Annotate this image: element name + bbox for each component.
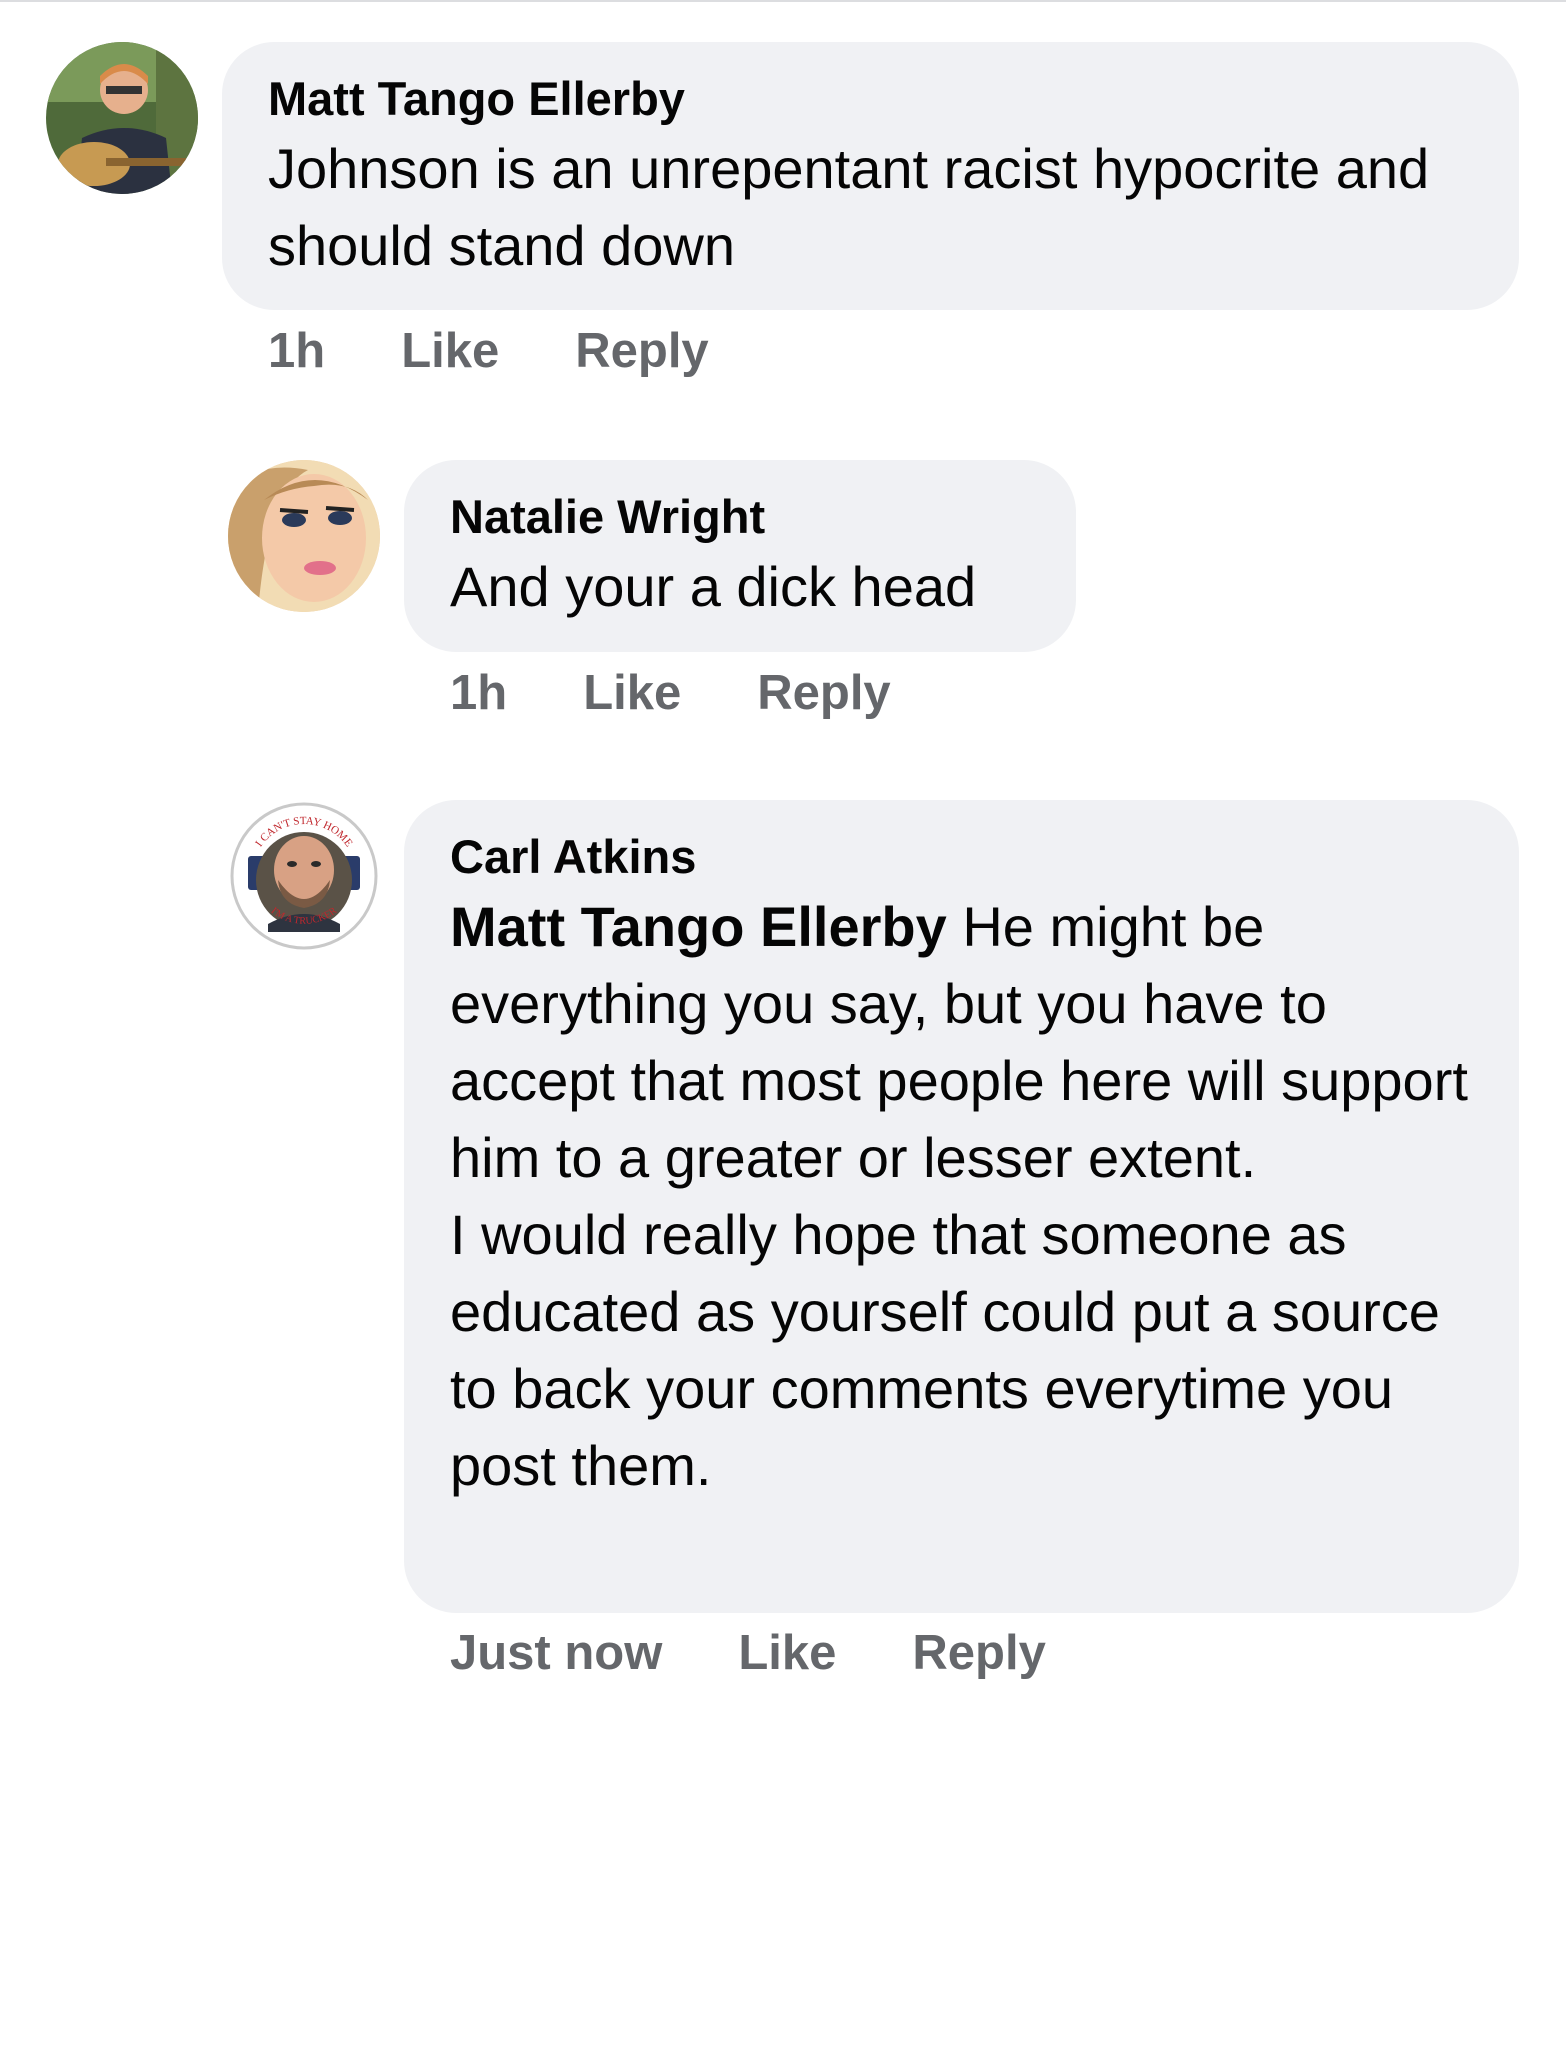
like-button[interactable]: Like [738,1625,836,1681]
mention-link[interactable]: Matt Tango Ellerby [450,895,947,958]
comment-actions: 1h Like Reply [268,318,785,384]
reply-button[interactable]: Reply [912,1625,1045,1681]
comment-author[interactable]: Natalie Wright [450,486,1030,548]
reply-button[interactable]: Reply [757,665,890,721]
like-button[interactable]: Like [401,323,499,379]
comment-time[interactable]: 1h [268,323,325,379]
avatar[interactable]: I CAN'T STAY HOME I'M A TRUCKER [228,800,380,952]
comment-time[interactable]: Just now [450,1625,662,1681]
comment-actions: 1h Like Reply [450,660,967,726]
comment-text: And your a dick head [450,548,1030,625]
comment-bubble: Carl Atkins Matt Tango Ellerby He might … [404,800,1519,1613]
comment-author[interactable]: Carl Atkins [450,826,1473,888]
comment-paragraph: And your a dick head [450,555,977,618]
reply-button[interactable]: Reply [575,323,708,379]
comment-text: Matt Tango Ellerby He might be everythin… [450,888,1473,1504]
avatar[interactable] [46,42,198,194]
top-divider [0,0,1566,2]
comment-time[interactable]: 1h [450,665,507,721]
comment-author[interactable]: Matt Tango Ellerby [268,68,1473,130]
comment-paragraph: Matt Tango Ellerby He might be everythin… [450,888,1473,1196]
like-button[interactable]: Like [583,665,681,721]
comment-actions: Just now Like Reply [450,1620,1122,1686]
comment-paragraph: I would really hope that someone as educ… [450,1203,1440,1497]
comment-paragraph: Johnson is an unrepentant racist hypocri… [268,137,1430,277]
comment-text: Johnson is an unrepentant racist hypocri… [268,130,1473,284]
avatar[interactable] [228,460,380,612]
comment-bubble: Natalie Wright And your a dick head [404,460,1076,652]
comment-bubble: Matt Tango Ellerby Johnson is an unrepen… [222,42,1519,310]
